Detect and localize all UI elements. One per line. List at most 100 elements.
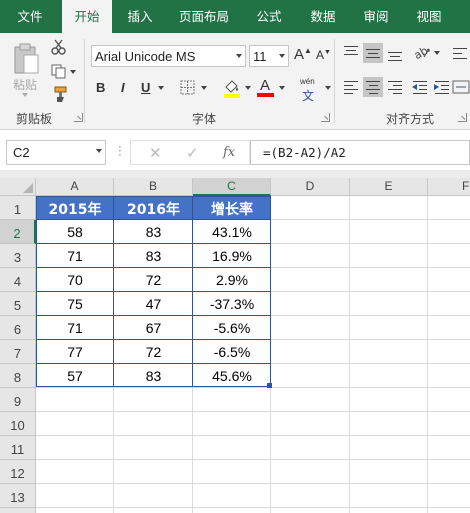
clipboard-dialog-launcher-icon[interactable]	[74, 113, 83, 122]
enter-icon[interactable]: ✓	[186, 144, 199, 162]
select-all-button[interactable]	[0, 178, 36, 196]
phonetic-dropdown-icon[interactable]	[325, 86, 331, 90]
paste-icon[interactable]	[12, 43, 40, 77]
bold-button[interactable]: B	[96, 80, 105, 95]
svg-text:ab: ab	[412, 44, 430, 62]
alignment-dialog-launcher-icon[interactable]	[458, 113, 467, 122]
grid-line	[36, 459, 470, 460]
row-header-9[interactable]: 9	[0, 388, 36, 412]
table-divider	[36, 267, 271, 268]
grid-line	[36, 483, 470, 484]
row-header-10[interactable]: 10	[0, 412, 36, 436]
column-header-a[interactable]: A	[36, 178, 114, 196]
orientation-dropdown-icon[interactable]	[434, 51, 440, 55]
formula-controls: ✕ ✓ fx	[130, 140, 250, 165]
row-header-5[interactable]: 5	[0, 292, 36, 316]
decrease-font-size-icon[interactable]: A▼	[316, 48, 331, 62]
tab-review[interactable]: 审阅	[354, 0, 398, 33]
font-size-value: 11	[253, 49, 267, 64]
column-header-b[interactable]: B	[114, 178, 193, 196]
tab-file[interactable]: 文件	[8, 0, 52, 33]
row-header-13[interactable]: 13	[0, 484, 36, 508]
row-header-1[interactable]: 1	[0, 196, 36, 220]
alignment-group-label: 对齐方式	[386, 112, 435, 126]
tab-home[interactable]: 开始	[62, 0, 112, 34]
font-dialog-launcher-icon[interactable]	[321, 113, 330, 122]
orientation-icon[interactable]: ab	[412, 43, 432, 63]
font-name-select[interactable]: Arial Unicode MS	[91, 45, 246, 67]
chevron-down-icon	[96, 149, 102, 153]
decrease-font-label: A	[316, 48, 325, 62]
row-header-6[interactable]: 6	[0, 316, 36, 340]
font-size-select[interactable]: 11	[249, 45, 289, 67]
formula-text: =(B2-A2)/A2	[263, 145, 346, 160]
chevron-down-icon	[279, 54, 285, 58]
phonetic-guide-button[interactable]: wén 文	[300, 77, 322, 103]
align-bottom-icon[interactable]	[385, 43, 405, 63]
formula-bar-drag-handle[interactable]: · · ·	[118, 141, 122, 161]
align-center-icon[interactable]	[363, 77, 383, 97]
phonetic-char-icon: 文	[302, 89, 315, 103]
merge-center-icon[interactable]	[452, 77, 470, 97]
paste-button-label[interactable]: 粘贴	[13, 76, 37, 93]
row-header-4[interactable]: 4	[0, 268, 36, 292]
table-divider	[36, 243, 271, 244]
align-top-icon[interactable]	[341, 43, 361, 63]
row-header-3[interactable]: 3	[0, 244, 36, 268]
name-box[interactable]: C2	[6, 140, 106, 165]
copy-icon[interactable]	[50, 63, 68, 79]
phonetic-label: wén	[300, 77, 315, 86]
table-divider	[36, 363, 271, 364]
italic-button[interactable]: I	[121, 80, 125, 95]
cancel-icon[interactable]: ✕	[149, 144, 162, 162]
align-left-icon[interactable]	[341, 77, 361, 97]
column-header-d[interactable]: D	[271, 178, 350, 196]
paste-dropdown-icon[interactable]	[22, 93, 28, 97]
align-middle-icon[interactable]	[363, 43, 383, 63]
font-color-label: A	[260, 77, 271, 94]
cut-icon[interactable]	[50, 39, 68, 55]
tab-formulas[interactable]: 公式	[246, 0, 292, 33]
column-header-e[interactable]: E	[350, 178, 428, 196]
tab-view[interactable]: 视图	[407, 0, 451, 33]
table-resize-handle[interactable]	[267, 383, 272, 388]
row-header-14[interactable]: 14	[0, 508, 36, 513]
font-color-button[interactable]: A	[257, 77, 275, 97]
tab-page-layout[interactable]: 页面布局	[172, 0, 236, 33]
fill-color-icon[interactable]	[222, 78, 242, 98]
row-header-11[interactable]: 11	[0, 436, 36, 460]
column-header-f[interactable]: F	[428, 178, 470, 196]
font-color-dropdown-icon[interactable]	[279, 86, 285, 90]
ribbon-tab-bar: 文件 开始 插入 页面布局 公式 数据 审阅 视图	[0, 0, 470, 34]
tab-data[interactable]: 数据	[300, 0, 346, 33]
borders-dropdown-icon[interactable]	[201, 86, 207, 90]
table-divider	[36, 291, 271, 292]
grid-line	[36, 411, 470, 412]
row-header-7[interactable]: 7	[0, 340, 36, 364]
formula-bar: C2 · · · ✕ ✓ fx =(B2-A2)/A2	[0, 136, 470, 170]
underline-button[interactable]: U	[141, 80, 150, 95]
ribbon: 粘贴 剪贴板 Arial Unicode MS 11 A▲ A▼ B I U A…	[0, 33, 470, 130]
clipboard-group-label: 剪贴板	[16, 112, 53, 126]
align-right-icon[interactable]	[385, 77, 405, 97]
font-color-swatch	[257, 93, 274, 97]
worksheet-grid[interactable]: A B C D E F 1234567891011121314 2015年 20…	[0, 178, 470, 513]
row-header-2[interactable]: 2	[0, 220, 36, 244]
column-header-c[interactable]: C	[193, 178, 271, 196]
insert-function-icon[interactable]: fx	[223, 145, 235, 160]
group-divider	[84, 39, 85, 123]
underline-dropdown-icon[interactable]	[158, 86, 164, 90]
format-painter-icon[interactable]	[50, 86, 68, 102]
wrap-text-icon[interactable]	[450, 43, 470, 63]
copy-dropdown-icon[interactable]	[70, 70, 76, 74]
increase-font-size-icon[interactable]: A▲	[294, 46, 312, 63]
borders-icon[interactable]	[179, 80, 197, 96]
font-group-label: 字体	[192, 112, 217, 126]
fill-color-dropdown-icon[interactable]	[245, 86, 251, 90]
increase-indent-icon[interactable]	[432, 77, 452, 97]
tab-insert[interactable]: 插入	[118, 0, 162, 33]
row-header-12[interactable]: 12	[0, 460, 36, 484]
formula-input[interactable]: =(B2-A2)/A2	[250, 140, 470, 165]
row-header-8[interactable]: 8	[0, 364, 36, 388]
decrease-indent-icon[interactable]	[410, 77, 430, 97]
